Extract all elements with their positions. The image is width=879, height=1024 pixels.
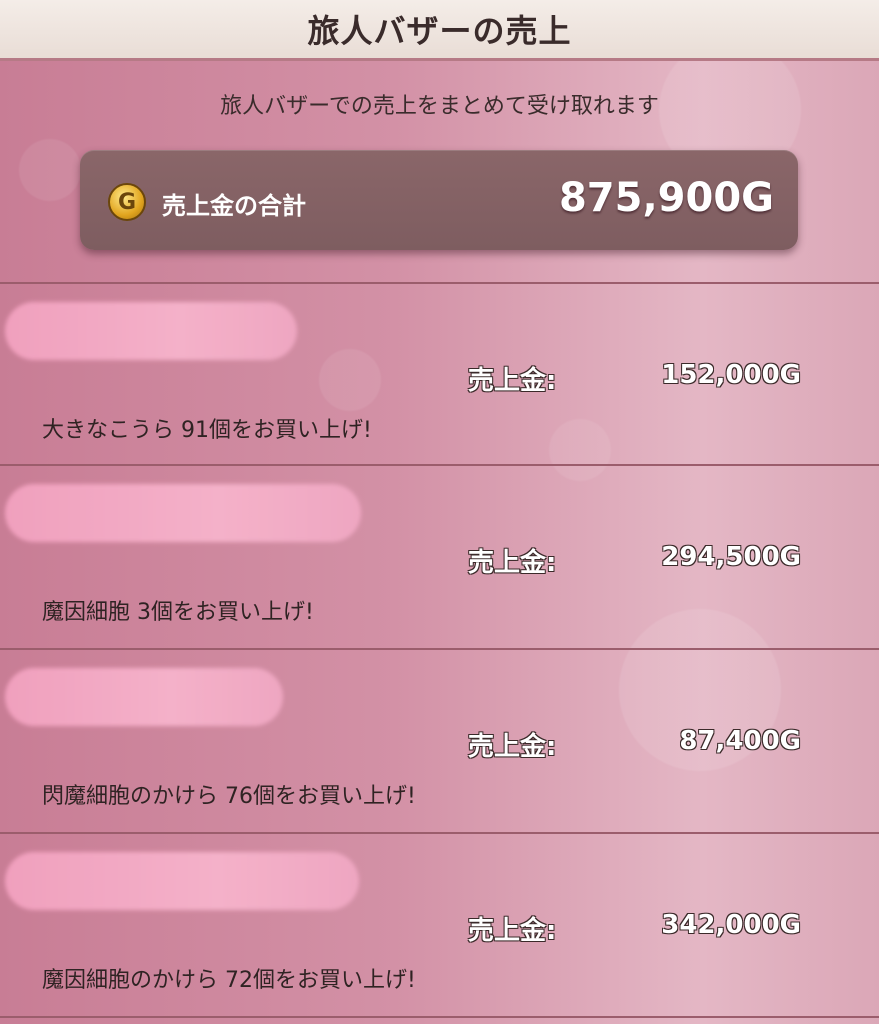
- sales-label: 売上金:: [468, 366, 557, 396]
- sales-amount: 152,000G: [661, 360, 801, 390]
- page-title: 旅人バザーの売上: [0, 0, 879, 61]
- gold-coin-icon: G: [108, 183, 146, 221]
- divider: [0, 1016, 879, 1018]
- buyer-name-redacted: [5, 852, 359, 910]
- sale-entry: 売上金: 87,400G 閃魔細胞のかけら 76個をお買い上げ!: [0, 650, 879, 830]
- purchase-description: 大きなこうら 91個をお買い上げ!: [42, 418, 372, 443]
- sales-label: 売上金:: [468, 548, 557, 578]
- sales-amount: 342,000G: [661, 910, 801, 940]
- sales-amount: 294,500G: [661, 542, 801, 572]
- sales-amount: 87,400G: [679, 726, 801, 756]
- purchase-description: 魔因細胞 3個をお買い上げ!: [42, 600, 314, 625]
- sale-entry: 売上金: 342,000G 魔因細胞のかけら 72個をお買い上げ!: [0, 834, 879, 1014]
- sale-entry: 売上金: 152,000G 大きなこうら 91個をお買い上げ!: [0, 284, 879, 464]
- total-sales-panel: G 売上金の合計 875,900G: [80, 150, 798, 250]
- sales-label: 売上金:: [468, 732, 557, 762]
- sale-entry: 売上金: 294,500G 魔因細胞 3個をお買い上げ!: [0, 466, 879, 646]
- total-sales-label: 売上金の合計: [162, 192, 306, 220]
- total-sales-value: 875,900G: [558, 175, 774, 221]
- buyer-name-redacted: [5, 484, 361, 542]
- buyer-name-redacted: [5, 302, 297, 360]
- buyer-name-redacted: [5, 668, 283, 726]
- sales-label: 売上金:: [468, 916, 557, 946]
- purchase-description: 魔因細胞のかけら 72個をお買い上げ!: [42, 968, 416, 993]
- subtitle: 旅人バザーでの売上をまとめて受け取れます: [220, 94, 659, 119]
- purchase-description: 閃魔細胞のかけら 76個をお買い上げ!: [42, 784, 416, 809]
